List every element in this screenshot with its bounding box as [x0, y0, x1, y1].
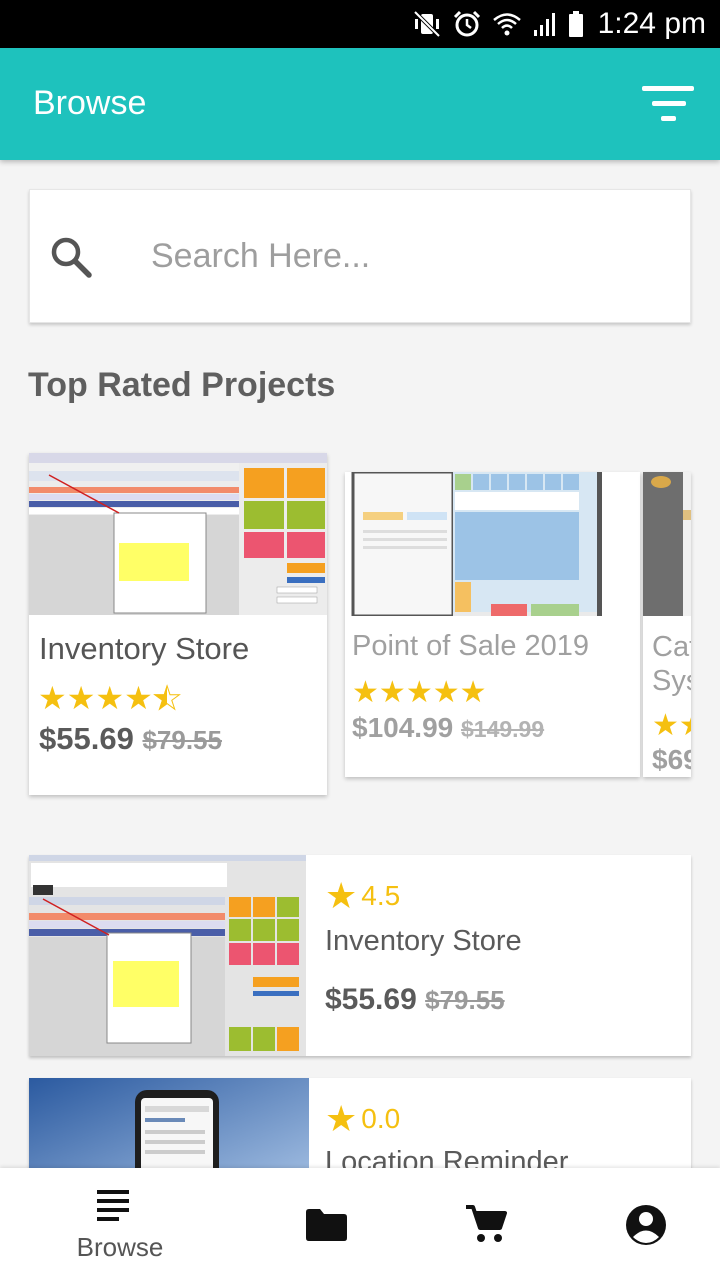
price: $55.69: [39, 721, 134, 756]
price: $55.69: [325, 983, 417, 1016]
star-icon: ★: [405, 676, 433, 709]
project-thumbnail: [29, 855, 306, 1056]
star-icon: ★: [459, 676, 487, 709]
project-card-partial[interactable]: Caf Sys ★★ $69: [643, 472, 691, 777]
star-rating: ★★★★★: [352, 675, 487, 710]
section-title: Top Rated Projects: [28, 366, 336, 404]
star-icon: ★: [66, 680, 96, 716]
status-time: 1:24 pm: [597, 7, 706, 40]
price: $104.99: [352, 712, 454, 743]
star-icon: ★: [325, 1098, 358, 1139]
card-price: $104.99 $149.99: [352, 712, 544, 744]
star-icon: ★: [325, 875, 358, 916]
card-price: $55.69 $79.55: [39, 721, 222, 757]
filter-icon[interactable]: [640, 86, 696, 126]
project-card-inventory-store[interactable]: Inventory Store ★★★★★ $55.69 $79.55: [29, 453, 327, 795]
item-price: $55.69 $79.55: [325, 983, 505, 1017]
nav-cart[interactable]: [427, 1168, 547, 1280]
card-price: $69: [652, 744, 691, 775]
item-rating: ★ 0.0: [325, 1098, 400, 1140]
search-input[interactable]: [151, 228, 651, 284]
project-thumbnail: [643, 472, 691, 616]
old-price: $79.55: [142, 725, 222, 755]
list-item[interactable]: ★ 4.5 Inventory Store $55.69 $79.55: [29, 855, 691, 1056]
star-icon: ★: [352, 676, 379, 709]
status-icons: 1:24 pm: [412, 0, 706, 48]
card-title: Caf Sys: [652, 631, 691, 697]
item-rating: ★ 4.5: [325, 875, 400, 917]
nav-browse[interactable]: Browse: [60, 1168, 180, 1280]
project-card-point-of-sale-2019[interactable]: Point of Sale 2019 ★★★★★ $104.99 $149.99: [345, 472, 640, 777]
project-thumbnail: [345, 472, 640, 616]
page-title: Browse: [33, 84, 147, 122]
account-icon: [626, 1205, 666, 1245]
star-icon: ★: [124, 680, 153, 716]
folder-icon: [306, 1209, 347, 1241]
browse-list-icon: [97, 1190, 129, 1221]
star-icon: ★: [38, 680, 67, 716]
app-bar: Browse: [0, 48, 720, 160]
star-rating: ★★: [652, 709, 691, 742]
cart-icon: [466, 1205, 507, 1242]
alarm-icon: [453, 10, 480, 37]
nav-account[interactable]: [587, 1168, 707, 1280]
rating-value: 4.5: [361, 880, 401, 911]
card-title: Inventory Store: [39, 631, 250, 666]
search-icon: [51, 237, 92, 278]
card-title: Point of Sale 2019: [352, 630, 590, 662]
signal-icon: [533, 13, 555, 36]
item-title: Inventory Store: [325, 925, 522, 957]
old-price: $79.55: [425, 985, 505, 1015]
old-price: $149.99: [461, 716, 545, 742]
mute-vibrate-icon: [413, 10, 441, 38]
status-bar: 1:24 pm: [0, 0, 720, 48]
project-thumbnail: [29, 453, 327, 615]
star-icon: ★: [432, 676, 460, 709]
nav-label: Browse: [76, 1232, 164, 1262]
star-icon: ★: [95, 680, 125, 716]
rating-value: 0.0: [361, 1103, 401, 1134]
wifi-icon: [492, 13, 521, 36]
star-rating: ★★★★★: [38, 679, 182, 717]
nav-projects[interactable]: [267, 1168, 387, 1280]
bottom-nav: Browse: [0, 1168, 720, 1280]
battery-icon: [568, 11, 583, 37]
half-star-icon: ★: [152, 680, 182, 717]
star-icon: ★: [378, 676, 406, 709]
